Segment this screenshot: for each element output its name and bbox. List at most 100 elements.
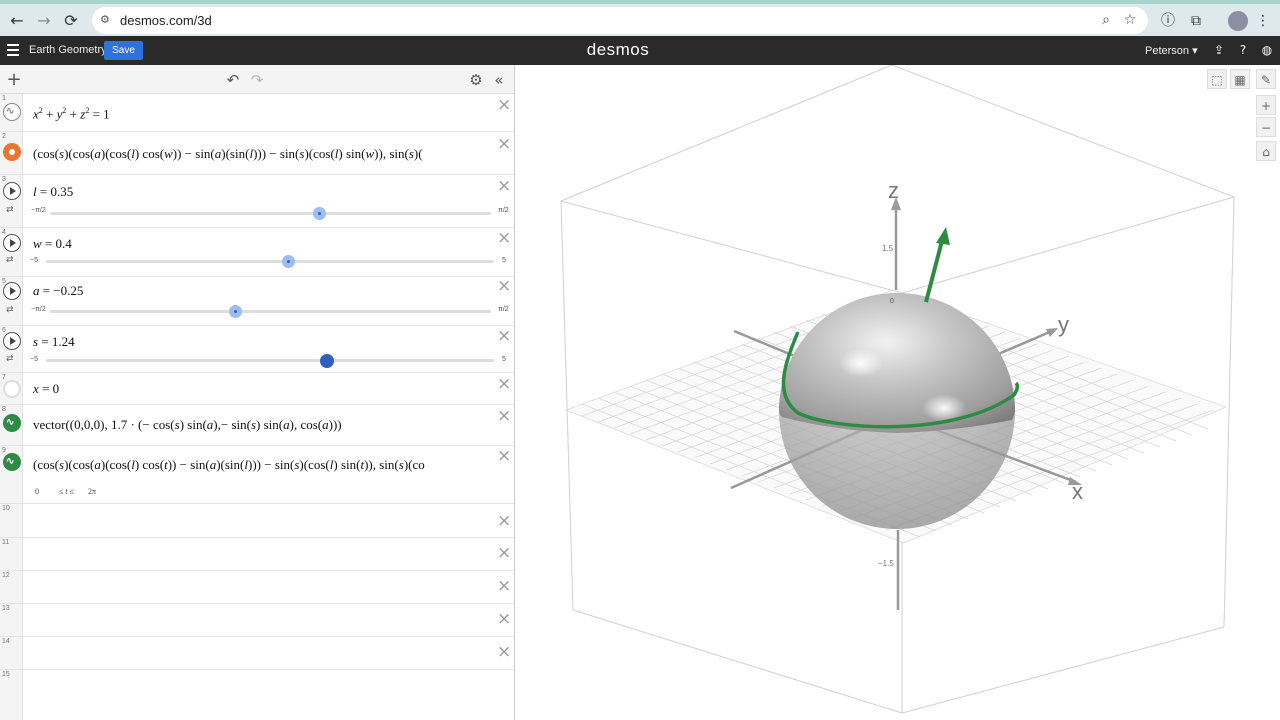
add-item-icon[interactable]: + — [5, 71, 23, 89]
expression-row-1[interactable]: 1 ∿ x2 + y2 + z2 = 1 × — [0, 94, 514, 132]
slider-a[interactable] — [50, 305, 491, 318]
3d-view-cube-icon[interactable]: ⬚ — [1207, 69, 1227, 89]
slider-max-label[interactable]: π/2 — [498, 207, 509, 214]
user-menu[interactable]: Peterson ▾ — [1145, 44, 1198, 57]
expression-math[interactable]: a = −0.25 — [33, 283, 83, 299]
slider-min-label[interactable]: −5 — [30, 257, 38, 264]
play-slider-icon[interactable] — [3, 234, 21, 252]
address-bar[interactable]: ⚙ desmos.com/3d ⌕ ☆ — [92, 7, 1148, 34]
graph-toggle-icon[interactable]: ∿ — [3, 103, 21, 121]
graph-3d-svg[interactable]: z y x 1.5 −1.5 0 — [516, 65, 1280, 720]
slider-handle[interactable] — [319, 354, 334, 368]
expression-math[interactable]: vector((0,0,0), 1.7 · (− cos(s) sin(a),−… — [33, 417, 342, 433]
slider-handle[interactable] — [313, 207, 327, 220]
expression-row-3[interactable]: 3 ⇄ l = 0.35 × −π/2 π/2 — [0, 175, 514, 228]
site-settings-icon[interactable]: ⚙ — [100, 13, 114, 27]
slider-max-label[interactable]: 5 — [502, 257, 506, 264]
play-slider-icon[interactable] — [3, 282, 21, 300]
help-icon[interactable]: ? — [1235, 42, 1251, 58]
loop-icon[interactable]: ⇄ — [6, 305, 14, 315]
zoom-in-icon[interactable]: + — [1256, 95, 1276, 115]
grid-toggle-icon[interactable]: ▦ — [1230, 69, 1250, 89]
expression-row-10[interactable]: 10 × — [0, 504, 514, 538]
zoom-icon[interactable]: ⌕ — [1098, 12, 1114, 28]
forward-icon[interactable]: → — [33, 10, 55, 32]
slider-handle[interactable] — [281, 255, 295, 268]
delete-expression-icon[interactable]: × — [497, 644, 511, 661]
delete-expression-icon[interactable]: × — [497, 545, 511, 562]
delete-expression-icon[interactable]: × — [497, 230, 511, 247]
share-icon[interactable]: ⇪ — [1211, 42, 1227, 58]
delete-expression-icon[interactable]: × — [497, 278, 511, 295]
point-toggle-icon[interactable] — [3, 143, 21, 161]
graph-toggle-icon[interactable]: ∿ — [3, 453, 21, 471]
expression-row-14[interactable]: 14 × — [0, 637, 514, 670]
home-view-icon[interactable]: ⌂ — [1256, 141, 1276, 161]
expression-row-11[interactable]: 11 × — [0, 538, 514, 571]
expression-math[interactable]: (cos(s)(cos(a)(cos(l) cos(t)) − sin(a)(s… — [33, 457, 491, 473]
slider-min-label[interactable]: −π/2 — [31, 306, 46, 313]
expression-row-7[interactable]: 7 x = 0 × — [0, 373, 514, 405]
slider-s[interactable] — [46, 354, 494, 368]
delete-expression-icon[interactable]: × — [497, 178, 511, 195]
url-text[interactable]: desmos.com/3d — [120, 13, 212, 28]
loop-icon[interactable]: ⇄ — [6, 205, 14, 215]
delete-expression-icon[interactable]: × — [497, 578, 511, 595]
undo-icon[interactable]: ↶ — [224, 71, 242, 89]
delete-expression-icon[interactable]: × — [497, 136, 511, 153]
delete-expression-icon[interactable]: × — [497, 448, 511, 465]
play-slider-icon[interactable] — [3, 332, 21, 350]
delete-expression-icon[interactable]: × — [497, 408, 511, 425]
slider-l[interactable] — [50, 207, 491, 220]
expression-row-12[interactable]: 12 × — [0, 571, 514, 604]
settings-gear-icon[interactable]: ⚙ — [467, 71, 485, 89]
delete-expression-icon[interactable]: × — [497, 328, 511, 345]
redo-icon[interactable]: ↷ — [248, 71, 266, 89]
graph-toggle-icon[interactable]: ∿ — [3, 414, 21, 432]
expression-row-13[interactable]: 13 × — [0, 604, 514, 637]
graph-canvas-3d[interactable]: z y x 1.5 −1.5 0 ⬚ ▦ ✎ + − ⌂ — [516, 65, 1280, 720]
row-number: 15 — [2, 671, 10, 678]
bookmark-star-icon[interactable]: ☆ — [1122, 12, 1138, 28]
extension-info-icon[interactable]: ⓘ — [1159, 12, 1177, 30]
slider-min-label[interactable]: −π/2 — [31, 207, 46, 214]
domain-max[interactable]: 2π — [88, 487, 96, 496]
loop-icon[interactable]: ⇄ — [6, 255, 14, 265]
graph-settings-wrench-icon[interactable]: ✎ — [1256, 69, 1276, 89]
slider-w[interactable] — [46, 255, 494, 268]
expression-math[interactable]: x2 + y2 + z2 = 1 — [33, 106, 110, 122]
delete-expression-icon[interactable]: × — [497, 376, 511, 393]
loop-icon[interactable]: ⇄ — [6, 354, 14, 364]
expression-row-4[interactable]: 4 ⇄ w = 0.4 × −5 5 — [0, 228, 514, 277]
zoom-out-icon[interactable]: − — [1256, 117, 1276, 137]
back-icon[interactable]: ← — [6, 10, 28, 32]
play-slider-icon[interactable] — [3, 182, 21, 200]
reload-icon[interactable]: ⟳ — [60, 10, 82, 32]
expression-row-9[interactable]: 9 ∿ (cos(s)(cos(a)(cos(l) cos(t)) − sin(… — [0, 446, 514, 504]
expression-row-5[interactable]: 5 ⇄ a = −0.25 × −π/2 π/2 — [0, 277, 514, 326]
extensions-puzzle-icon[interactable]: ⧉ — [1187, 12, 1205, 30]
slider-handle[interactable] — [229, 305, 243, 318]
delete-expression-icon[interactable]: × — [497, 513, 511, 530]
expression-math[interactable]: l = 0.35 — [33, 184, 73, 200]
expression-row-6[interactable]: 6 ⇄ s = 1.24 × −5 5 — [0, 326, 514, 373]
browser-menu-icon[interactable]: ⋮ — [1254, 12, 1272, 30]
expression-math[interactable]: x = 0 — [33, 381, 59, 397]
hidden-graph-toggle-icon[interactable] — [3, 380, 21, 398]
expression-row-8[interactable]: 8 ∿ vector((0,0,0), 1.7 · (− cos(s) sin(… — [0, 405, 514, 446]
expression-row-15[interactable]: 15 — [0, 670, 514, 703]
domain-min[interactable]: 0 — [35, 487, 39, 496]
language-globe-icon[interactable]: ◍ — [1259, 42, 1275, 58]
slider-max-label[interactable]: π/2 — [498, 306, 509, 313]
collapse-panel-icon[interactable]: « — [490, 71, 508, 89]
slider-min-label[interactable]: −5 — [30, 356, 38, 363]
expression-row-2[interactable]: 2 (cos(s)(cos(a)(cos(l) cos(w)) − sin(a)… — [0, 132, 514, 175]
delete-expression-icon[interactable]: × — [497, 611, 511, 628]
row-number: 13 — [2, 605, 10, 612]
expression-math[interactable]: s = 1.24 — [33, 334, 75, 350]
expression-math[interactable]: w = 0.4 — [33, 236, 72, 252]
delete-expression-icon[interactable]: × — [497, 97, 511, 114]
slider-max-label[interactable]: 5 — [502, 356, 506, 363]
expression-math[interactable]: (cos(s)(cos(a)(cos(l) cos(w)) − sin(a)(s… — [33, 146, 491, 162]
profile-avatar[interactable] — [1228, 11, 1248, 31]
